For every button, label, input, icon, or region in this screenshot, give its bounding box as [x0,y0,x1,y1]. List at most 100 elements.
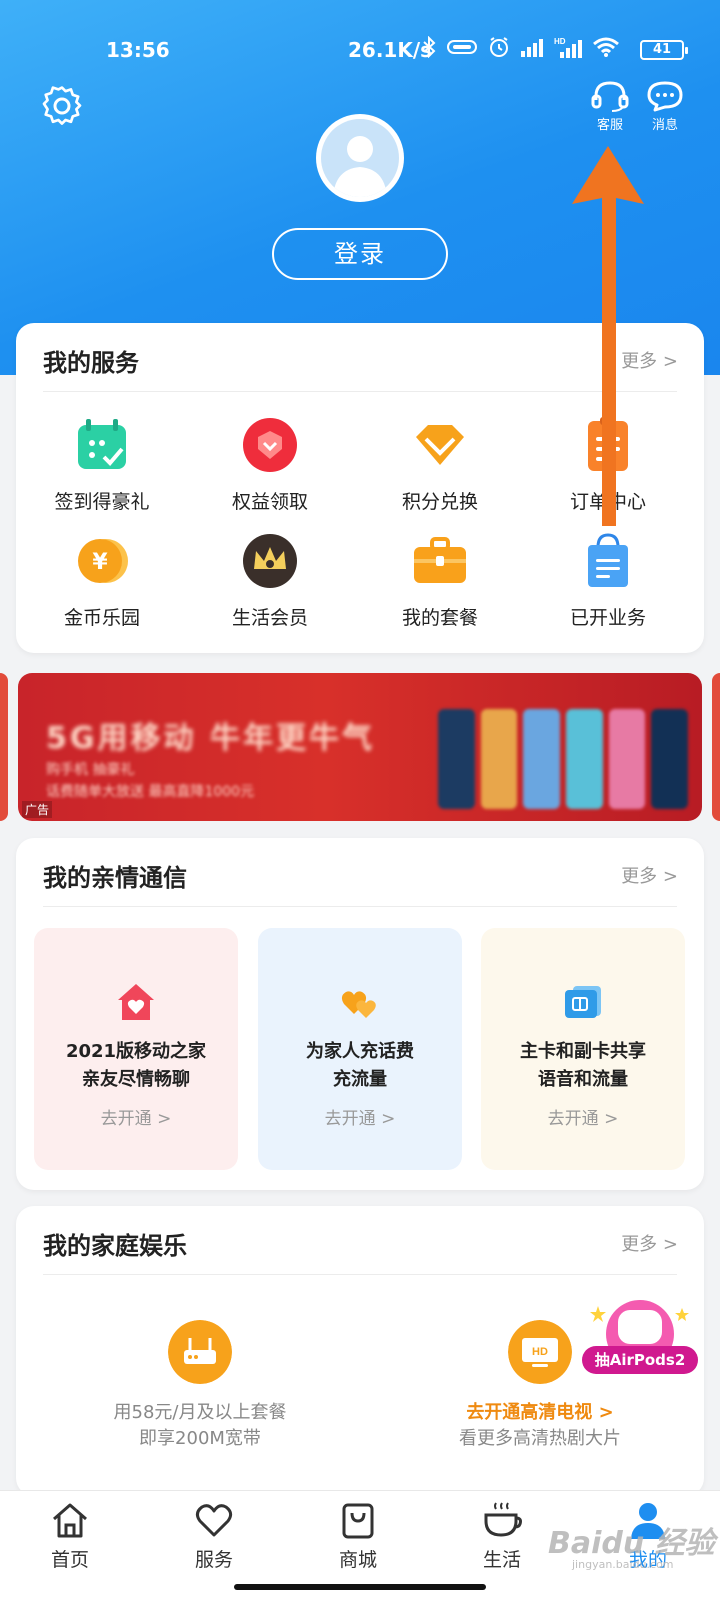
banner-prev-peek [0,673,8,821]
banner-phones-image [438,709,689,809]
status-icons: HD [422,36,620,58]
shopping-bag-icon [588,533,628,587]
annotation-arrow-icon [572,146,644,526]
service-label: 签到得豪礼 [54,491,150,513]
family-option-line: 2021版移动之家 [65,1041,207,1062]
service-label: 我的套餐 [401,607,478,629]
status-bar: 13:56 26.1K/s HD 41 [0,30,720,70]
customer-service-button[interactable]: 客服 [585,80,635,133]
family-option-home[interactable]: 2021版移动之家 亲友尽情畅聊 去开通 > [34,928,238,1170]
entertainment-title: 我的家庭娱乐 [43,1232,187,1260]
gold-coin-icon: ¥ [78,539,128,583]
tab-label: 首页 [50,1549,89,1571]
family-more-link[interactable]: 更多 > [621,862,678,888]
home-icon [53,1503,87,1538]
signal-icon [521,39,543,57]
service-item-checkin[interactable]: 签到得豪礼 [16,415,188,514]
hd-signal-icon: HD [554,37,582,58]
earbuds-icon [590,1300,689,1368]
user-silhouette-icon [321,119,399,197]
family-option-line: 亲友尽情畅聊 [82,1069,190,1090]
alarm-icon [490,37,508,57]
gear-icon[interactable] [40,84,84,128]
heart-icon [195,1504,233,1537]
router-icon [168,1320,232,1384]
network-speed: 26.1K/s [348,38,433,62]
service-item-coins[interactable]: ¥ 金币乐园 [16,531,188,630]
family-title: 我的亲情通信 [43,864,187,892]
home-indicator [234,1584,486,1590]
bluetooth-icon [423,36,436,58]
watermark: Baidu 经验 [548,1526,715,1561]
chat-bubble-icon [647,81,683,112]
svg-text:HD: HD [554,37,566,46]
avatar[interactable] [316,114,404,202]
activate-link[interactable]: 去开通 > [258,1104,462,1129]
sim-card-icon [565,986,601,1018]
broadband-line: 即享200M宽带 [139,1428,261,1449]
airpods-lottery-badge[interactable]: 抽AirPods2 [578,1294,702,1390]
activate-link[interactable]: 去开通 > [481,1104,685,1129]
double-heart-icon [341,991,376,1018]
service-label: 金币乐园 [63,607,140,629]
service-label: 生活会员 [231,607,308,629]
tab-label: 服务 [194,1549,233,1571]
service-label: 已开业务 [569,607,646,629]
service-item-life-member[interactable]: 生活会员 [184,531,356,630]
promo-label: 抽AirPods2 [582,1346,698,1374]
tab-label: 商城 [338,1549,377,1571]
headset-icon [591,81,629,112]
svg-text:¥: ¥ [92,550,108,575]
diamond-icon [416,425,464,465]
activate-link[interactable]: 去开通 > [34,1104,238,1129]
hd-tv-link[interactable]: 去开通高清电视 > [420,1400,660,1426]
wifi-icon [593,37,619,57]
status-time: 13:56 [106,38,170,62]
rights-badge-icon [243,418,297,472]
banner-subtitle-2: 话费随单大放送 最高直降1000元 [46,784,255,800]
hd-tv-line: 看更多高清热剧大片 [459,1428,621,1449]
messages-label: 消息 [651,118,678,133]
service-item-opened-business[interactable]: 已开业务 [522,531,694,630]
service-item-rights[interactable]: 权益领取 [184,415,356,514]
promo-banner[interactable]: 5G用移动 牛年更牛气 购手机 抽豪礼 话费随单大放送 最高直降1000元 广告 [18,673,702,821]
family-option-recharge[interactable]: 为家人充话费 充流量 去开通 > [258,928,462,1170]
service-item-my-plan[interactable]: 我的套餐 [354,531,526,630]
broadband-line: 用58元/月及以上套餐 [113,1402,287,1423]
family-option-shared-card[interactable]: 主卡和副卡共享 语音和流量 去开通 > [481,928,685,1170]
messages-button[interactable]: 消息 [640,80,690,133]
family-option-line: 主卡和副卡共享 [520,1041,646,1062]
service-label: 积分兑换 [401,491,478,513]
customer-service-label: 客服 [596,118,623,133]
banner-next-peek [712,673,720,821]
divider [43,906,677,907]
broadband-offer[interactable]: 用58元/月及以上套餐 即享200M宽带 [80,1320,320,1452]
tab-life[interactable]: 生活 [452,1501,552,1572]
entertainment-more-link[interactable]: 更多 > [621,1230,678,1256]
coffee-cup-icon [484,1502,522,1537]
calendar-check-icon [78,419,126,469]
service-label: 权益领取 [231,491,308,513]
divider [43,1274,677,1275]
svg-text:HD: HD [532,1346,548,1358]
hd-tv-icon: HD [508,1320,572,1384]
ad-tag: 广告 [22,801,53,818]
family-option-line: 为家人充话费 [306,1041,414,1062]
tab-home[interactable]: 首页 [20,1501,120,1572]
crown-icon [243,534,297,588]
briefcase-icon [414,537,466,583]
banner-subtitle: 购手机 抽豪礼 [46,762,135,778]
tab-services[interactable]: 服务 [164,1501,264,1572]
bag-icon [342,1503,374,1539]
vibrate-icon [447,40,477,54]
watermark-url: jingyan.baidu.com [572,1558,674,1571]
login-button[interactable]: 登录 [272,228,448,280]
family-option-line: 充流量 [333,1069,387,1090]
my-services-title: 我的服务 [43,349,139,377]
tab-mall[interactable]: 商城 [308,1501,408,1572]
heart-house-icon [118,984,154,1020]
family-option-line: 语音和流量 [538,1069,628,1090]
service-item-points[interactable]: 积分兑换 [354,415,526,514]
banner-title: 5G用移动 牛年更牛气 [46,721,375,756]
battery-icon: 41 [640,40,688,60]
